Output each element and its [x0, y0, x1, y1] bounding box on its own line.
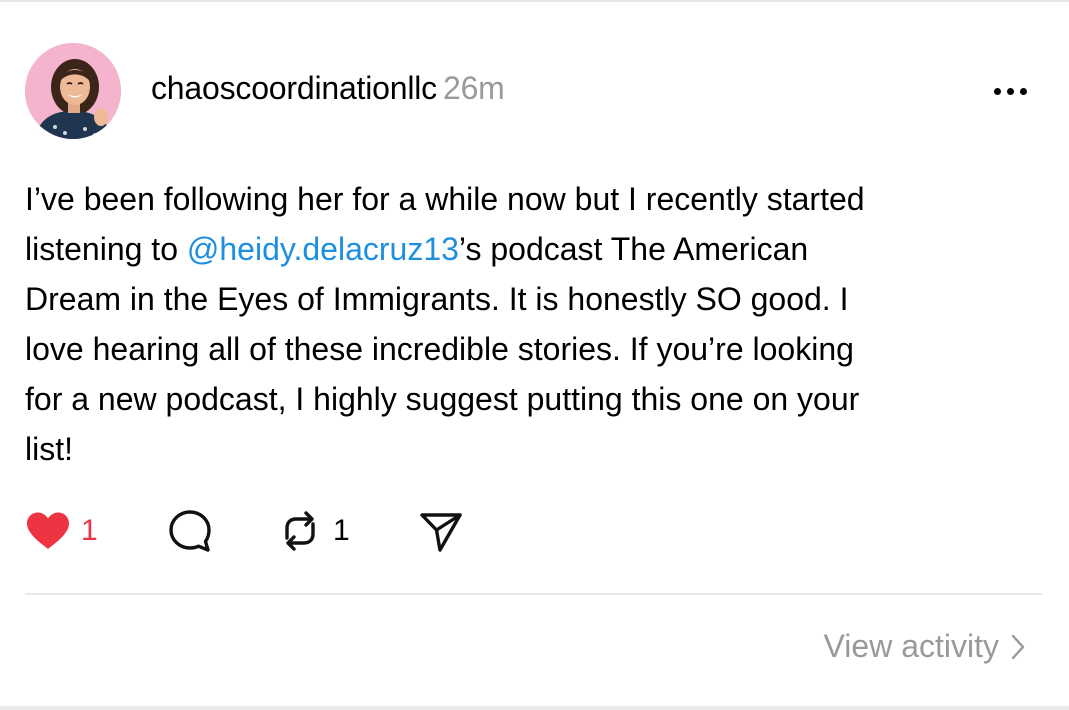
- share-icon: [420, 513, 462, 552]
- like-button[interactable]: 1: [25, 507, 98, 555]
- post-header: chaoscoordinationllc 26m: [151, 70, 505, 107]
- bottom-divider: [0, 706, 1069, 710]
- username-link[interactable]: chaoscoordinationllc: [151, 70, 437, 106]
- top-divider: [0, 0, 1069, 2]
- share-button[interactable]: [418, 507, 464, 555]
- post-text-segment: ’s podcast The American: [458, 231, 809, 267]
- like-count: 1: [81, 514, 98, 547]
- action-bar: 1 1: [25, 507, 525, 555]
- more-dot-icon: [1019, 87, 1027, 95]
- post-text-line: Dream in the Eyes of Immigrants. It is h…: [25, 281, 849, 317]
- more-options-button[interactable]: [984, 78, 1036, 104]
- repost-count: 1: [333, 514, 350, 547]
- post-text-line: I’ve been following her for a while now …: [25, 181, 865, 217]
- post-text-line: for a new podcast, I highly suggest putt…: [25, 381, 860, 417]
- post-text-segment: listening to: [25, 231, 187, 267]
- post-text-line: love hearing all of these incredible sto…: [25, 331, 854, 367]
- comment-button[interactable]: [167, 507, 213, 555]
- comment-icon: [169, 510, 211, 552]
- post-text-line: listening to @heidy.delacruz13’s podcast…: [25, 224, 1015, 274]
- post-text-line: list!: [25, 431, 73, 467]
- repost-button[interactable]: 1: [277, 507, 350, 555]
- section-divider: [25, 593, 1042, 595]
- chevron-right-icon: [1011, 634, 1025, 659]
- post-text: I’ve been following her for a while now …: [25, 174, 1015, 474]
- avatar[interactable]: [25, 43, 121, 139]
- mention-link[interactable]: @heidy.delacruz13: [187, 231, 459, 267]
- avatar-image: [25, 43, 121, 139]
- view-activity-link[interactable]: View activity: [824, 628, 1025, 665]
- view-activity-label: View activity: [823, 628, 999, 664]
- more-dot-icon: [1006, 87, 1014, 95]
- repost-icon: [285, 511, 315, 551]
- more-dot-icon: [993, 87, 1001, 95]
- heart-icon: [27, 512, 69, 549]
- post-timestamp: 26m: [442, 70, 505, 106]
